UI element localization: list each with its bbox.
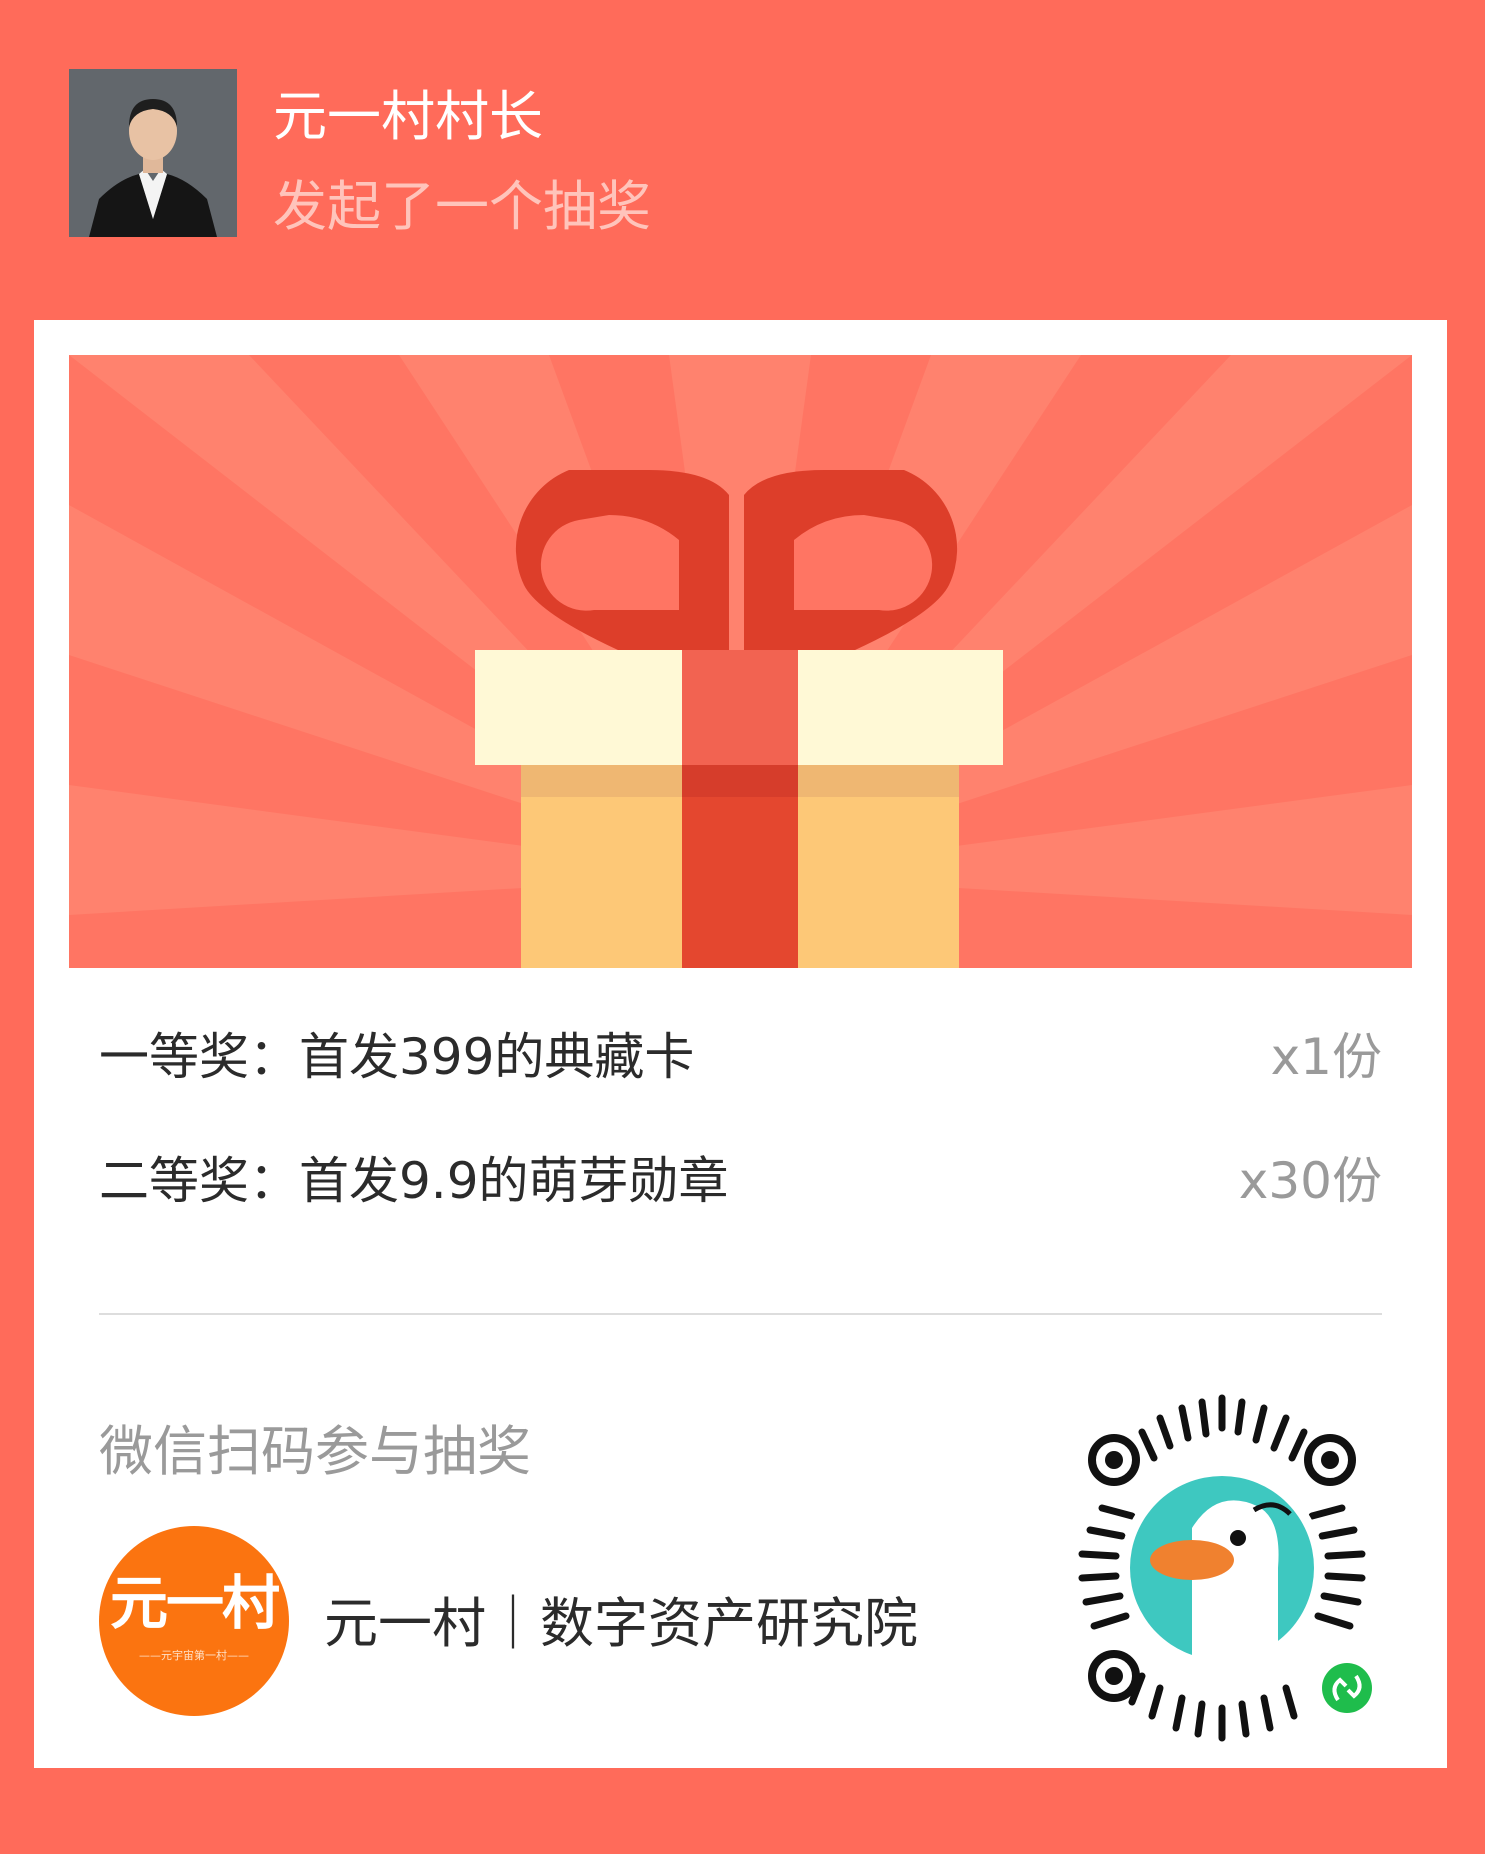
brand-logo: 元一村 ——元宇宙第一村—— (99, 1526, 289, 1716)
prize-count: x30份 (1238, 1152, 1382, 1210)
logo-text: 元一村 (109, 1569, 280, 1637)
prize-row-second: 二等奖：首发9.9的萌芽勋章 x30份 (99, 1141, 1382, 1221)
divider (99, 1313, 1382, 1315)
mini-program-qr-code[interactable] (1042, 1388, 1402, 1748)
scan-hint: 微信扫码参与抽奖 (99, 1420, 531, 1483)
qr-code-icon (1078, 1394, 1377, 1742)
user-name: 元一村村长 (273, 85, 543, 148)
prize-row-first: 一等奖：首发399的典藏卡 x1份 (99, 1017, 1382, 1097)
prize-label: 一等奖：首发399的典藏卡 (99, 1028, 695, 1086)
avatar-portrait-icon (69, 69, 237, 237)
lottery-card: 一等奖：首发399的典藏卡 x1份 二等奖：首发9.9的萌芽勋章 x30份 微信… (34, 320, 1447, 1768)
brand-name: 元一村｜数字资产研究院 (324, 1592, 918, 1655)
gift-banner (69, 355, 1412, 968)
prize-label: 二等奖：首发9.9的萌芽勋章 (99, 1152, 729, 1210)
lottery-header: 元一村村长 发起了一个抽奖 (0, 0, 1485, 320)
prize-count: x1份 (1270, 1028, 1382, 1086)
logo-subtext: ——元宇宙第一村—— (139, 1649, 249, 1662)
gift-box-icon (69, 355, 1412, 968)
avatar[interactable] (69, 69, 237, 237)
action-subtitle: 发起了一个抽奖 (273, 175, 651, 238)
